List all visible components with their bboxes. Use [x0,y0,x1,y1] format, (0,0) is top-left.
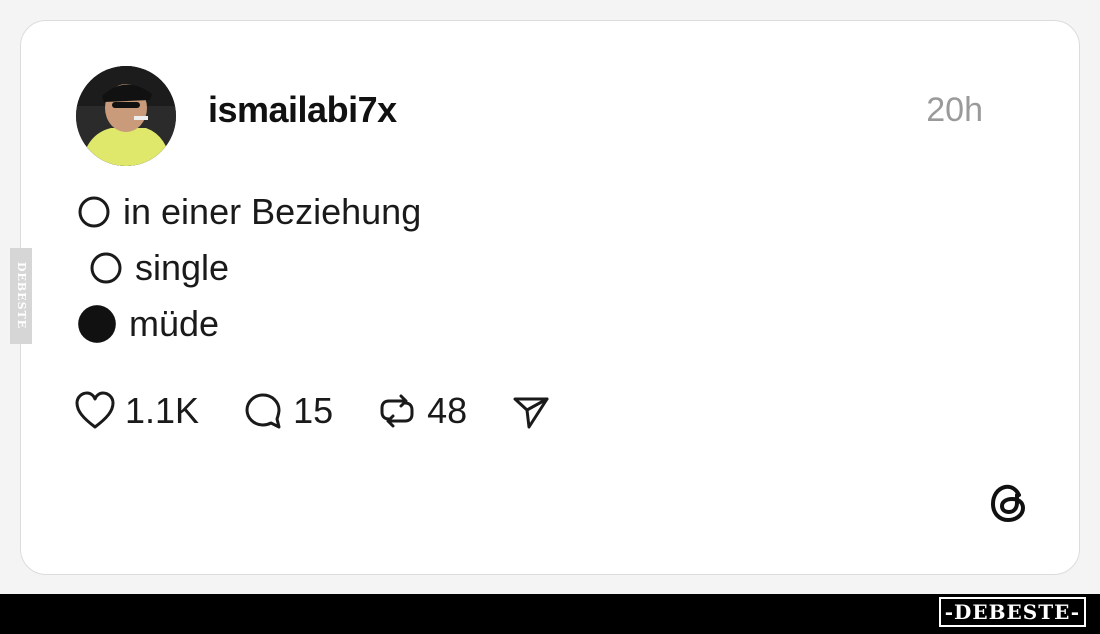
like-button[interactable]: 1.1K [73,390,199,432]
comment-count: 15 [293,390,334,431]
like-count: 1.1K [125,390,200,431]
repost-count: 48 [427,390,468,431]
comment-icon [245,393,281,429]
action-bar: 1.1K 15 48 [73,389,561,433]
avatar[interactable] [76,66,176,166]
poll-option-muede: müde [77,303,219,345]
username[interactable]: ismailabi7x [208,89,397,131]
poll-option-label: in einer Beziehung [123,191,422,232]
avatar-image [76,66,176,166]
poll-option-in-einer-beziehung: in einer Beziehung [77,191,421,233]
threads-logo-icon[interactable] [987,481,1031,525]
bottom-watermark: -DEBESTE- [938,597,1086,627]
post-card: ismailabi7x 20h in einer Beziehung singl… [20,20,1080,575]
post-time: 20h [926,91,983,129]
poll-option-label: müde [129,303,220,344]
poll-option-single: single [89,247,229,289]
heart-icon [75,391,115,429]
empty-circle-icon [90,252,122,284]
filled-circle-icon [78,305,116,343]
comment-button[interactable]: 15 [241,389,333,433]
share-button[interactable] [509,389,561,433]
empty-circle-icon [78,196,110,228]
poll-option-label: single [135,247,230,288]
side-watermark: DEBESTE [10,248,32,344]
share-icon [513,397,549,429]
repost-icon [380,394,414,428]
repost-button[interactable]: 48 [375,389,467,433]
bottom-bar: -DEBESTE- [0,594,1100,634]
